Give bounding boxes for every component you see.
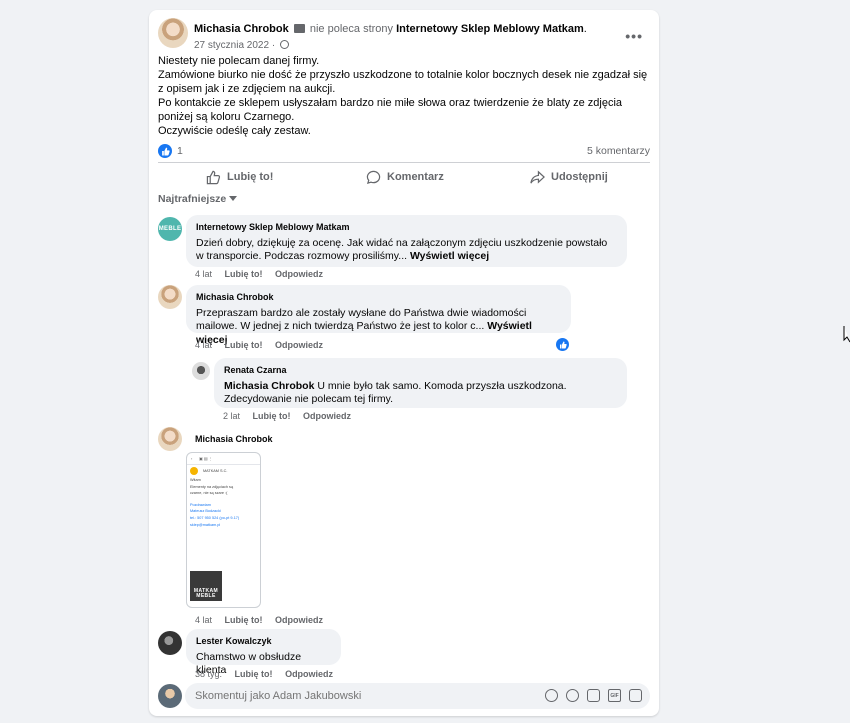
commenter-avatar[interactable] (158, 631, 182, 655)
recommend-icon (293, 24, 305, 33)
post-text: Niestety nie polecam danej firmy. Zamówi… (158, 55, 648, 137)
attachment-line: czarne, nie są szare :( (190, 491, 228, 496)
caret-down-icon (229, 196, 238, 201)
comment-button[interactable]: Komentarz (366, 166, 444, 188)
comment-bubble: Lester Kowalczyk Chamstwo w obsłudze kli… (186, 629, 341, 676)
attachment-toolbar: ‹ ▣ ▤ ⋮ (187, 453, 260, 465)
comment-author[interactable]: Lester Kowalczyk (196, 635, 331, 649)
comment-text: Dzień dobry, dziękuję za ocenę. Jak wida… (196, 236, 608, 263)
matkam-avatar-text: MEBLE (158, 226, 182, 232)
comment-like-link[interactable]: Lubię to! (235, 669, 273, 679)
like-button-label: Lubię to! (227, 171, 274, 183)
post-body: Niestety nie polecam danej firmy. Zamówi… (158, 54, 648, 138)
emoji-icon[interactable] (566, 689, 579, 702)
composer-icons: GIF (545, 689, 642, 702)
comment-like-link[interactable]: Lubię to! (225, 615, 263, 625)
comment-sort-dropdown[interactable]: Najtrafniejsze (158, 193, 238, 205)
reply-meta: 2 lat Lubię to! Odpowiedz (223, 411, 361, 421)
comment-age[interactable]: 4 lat (195, 340, 212, 350)
comment-count[interactable]: 5 komentarzy (587, 145, 650, 157)
share-button-label: Udostępnij (551, 171, 608, 183)
reply-age[interactable]: 2 lat (223, 411, 240, 421)
comment-reply-link[interactable]: Odpowiedz (275, 615, 323, 625)
comment-bubble: Michasia Chrobok Przepraszam bardzo ale … (186, 285, 571, 346)
comment-like-link[interactable]: Lubię to! (225, 340, 263, 350)
matkam-avatar[interactable]: MEBLE (158, 217, 182, 241)
comment-author[interactable]: Internetowy Sklep Meblowy Matkam (196, 221, 617, 235)
post-actions: Lubię to! Komentarz Udostępnij (158, 162, 650, 190)
gif-icon[interactable]: GIF (608, 689, 621, 702)
logo-bottom-text: MEBLE (196, 593, 216, 599)
page-name-link[interactable]: Internetowy Sklep Meblowy Matkam (396, 23, 584, 35)
reaction-count[interactable]: 1 (177, 145, 183, 157)
comment-like-link[interactable]: Lubię to! (225, 269, 263, 279)
attachment-line: Elementy na zdjęciach są (190, 484, 234, 489)
replier-avatar[interactable] (192, 362, 210, 380)
comment-meta: 38 tyg. Lubię to! Odpowiedz (195, 669, 343, 679)
share-button[interactable]: Udostępnij (530, 166, 608, 188)
attachment-line: Mateusz Bodzacki (190, 509, 221, 514)
attachment-line: Witam (190, 478, 201, 482)
author-avatar[interactable] (158, 18, 188, 48)
commenter-avatar[interactable] (158, 427, 182, 451)
reply-reply-link[interactable]: Odpowiedz (303, 411, 351, 421)
comment-icon (366, 170, 381, 184)
post-header: Michasia Chrobok nie poleca strony Inter… (158, 18, 651, 58)
like-reaction-icon[interactable] (158, 144, 172, 158)
comment-age[interactable]: 4 lat (195, 269, 212, 279)
comment-meta: 4 lat Lubię to! Odpowiedz (195, 615, 333, 625)
reply-bubble: Renata Czarna Michasia Chrobok U mnie by… (214, 358, 627, 408)
attachment-sender: MATKAM S.C. (203, 468, 228, 473)
reply-author[interactable]: Renata Czarna (224, 364, 617, 378)
matkam-logo-image: MATKAM MEBLE (190, 571, 222, 601)
camera-icon[interactable] (587, 689, 600, 702)
attachment-line: tel.: 507 950 524 (po-pt 9-17) (190, 515, 240, 520)
attachment-sender-row: MATKAM S.C. (187, 465, 260, 477)
share-icon (530, 169, 545, 184)
commenter-avatar[interactable] (158, 285, 182, 309)
post-card: Michasia Chrobok nie poleca strony Inter… (149, 10, 659, 716)
comment-author[interactable]: Michasia Chrobok (195, 434, 273, 444)
sort-label: Najtrafniejsze (158, 193, 227, 205)
attachment-line: sklep@matkam.pl (190, 522, 221, 527)
comment-age[interactable]: 4 lat (195, 615, 212, 625)
current-user-avatar[interactable] (158, 684, 182, 708)
attachment-line: Pozdrawiam (190, 502, 211, 507)
comment-attachment-image[interactable]: ‹ ▣ ▤ ⋮ MATKAM S.C. Witam Elementy na zd… (186, 452, 261, 608)
post-author-name[interactable]: Michasia Chrobok (194, 23, 289, 35)
comment-reply-link[interactable]: Odpowiedz (275, 340, 323, 350)
reply-like-link[interactable]: Lubię to! (253, 411, 291, 421)
post-date[interactable]: 27 stycznia 2022 (194, 40, 269, 51)
comment-like-reaction-icon[interactable] (556, 338, 569, 351)
comment-author[interactable]: Michasia Chrobok (196, 291, 561, 305)
mouse-cursor-icon (843, 326, 850, 343)
comment-text: Przepraszam bardzo ale zostały wysłane d… (196, 306, 527, 333)
sender-avatar-icon (190, 467, 198, 475)
title-period: . (583, 23, 587, 35)
meta-separator: · (271, 40, 276, 51)
comment-button-label: Komentarz (387, 171, 444, 183)
comment-reply-link[interactable]: Odpowiedz (275, 269, 323, 279)
comment-meta: 4 lat Lubię to! Odpowiedz (195, 269, 333, 279)
reply-mention[interactable]: Michasia Chrobok (224, 380, 314, 392)
globe-icon (279, 40, 289, 49)
reactions-row: 1 5 komentarzy (158, 144, 650, 160)
comment-composer: GIF (158, 683, 650, 711)
sticker-icon[interactable] (629, 689, 642, 702)
like-button[interactable]: Lubię to! (206, 166, 273, 188)
post-action-text: nie poleca strony (309, 23, 394, 35)
thumbs-up-icon (206, 170, 221, 184)
post-meta: 27 stycznia 2022 · (194, 40, 289, 51)
comment-age[interactable]: 38 tyg. (195, 669, 222, 679)
comment-bubble: Internetowy Sklep Meblowy Matkam Dzień d… (186, 215, 627, 267)
see-more-link[interactable]: Wyświetl więcej (410, 250, 489, 262)
post-title-line: Michasia Chrobok nie poleca strony Inter… (194, 23, 587, 35)
more-options-button[interactable]: ••• (625, 28, 643, 44)
comment-reply-link[interactable]: Odpowiedz (285, 669, 333, 679)
comment-meta: 4 lat Lubię to! Odpowiedz (195, 340, 333, 350)
avatar-icon[interactable] (545, 689, 558, 702)
